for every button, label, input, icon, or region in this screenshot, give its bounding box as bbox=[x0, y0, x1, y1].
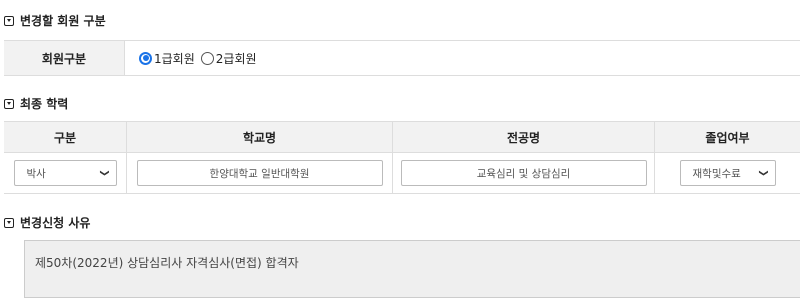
member-type-option-2[interactable]: 2급회원 bbox=[200, 50, 257, 67]
chevron-down-icon: ❯ bbox=[98, 169, 109, 177]
member-type-row: 회원구분 1급회원 2급회원 bbox=[4, 40, 800, 76]
education-title: 최종 학력 bbox=[20, 97, 69, 111]
member-type-section-title: 변경할 회원 구분 bbox=[4, 12, 106, 29]
member-type-options: 1급회원 2급회원 bbox=[125, 41, 263, 75]
member-type-option-2-label: 2급회원 bbox=[215, 51, 257, 66]
education-section-title: 최종 학력 bbox=[4, 95, 68, 112]
member-type-option-1-label: 1급회원 bbox=[154, 51, 195, 66]
major-name-input[interactable]: 교육심리 및 상담심리 bbox=[400, 160, 647, 186]
header-degree: 구분 bbox=[4, 122, 127, 152]
school-name-input[interactable]: 한양대학교 일반대학원 bbox=[136, 160, 383, 186]
reason-section-title: 변경신청 사유 bbox=[4, 214, 90, 231]
header-school: 학교명 bbox=[127, 122, 393, 152]
collapse-square-icon bbox=[4, 15, 14, 26]
reason-title: 변경신청 사유 bbox=[20, 216, 91, 230]
member-type-option-1[interactable]: 1급회원 bbox=[139, 50, 195, 67]
member-type-title: 변경할 회원 구분 bbox=[20, 14, 106, 28]
header-major: 전공명 bbox=[393, 122, 655, 152]
major-cell: 교육심리 및 상담심리 bbox=[393, 153, 655, 193]
change-reason-textarea[interactable]: 제50차(2022년) 상담심리사 자격심사(면접) 합격자 bbox=[24, 240, 800, 298]
member-type-label: 회원구분 bbox=[4, 41, 125, 75]
graduation-select-value: 재학및수료 bbox=[692, 167, 741, 180]
graduation-status-select[interactable]: 재학및수료 ❯ bbox=[679, 160, 776, 186]
header-graduation: 졸업여부 bbox=[705, 130, 750, 145]
education-table-row: 박사 ❯ 한양대학교 일반대학원 교육심리 및 상담심리 재학및수료 ❯ bbox=[4, 153, 800, 194]
degree-select-value: 박사 bbox=[26, 167, 46, 180]
radio-button-checked[interactable] bbox=[139, 51, 152, 65]
chevron-down-icon: ❯ bbox=[757, 169, 768, 177]
education-table-header: 구분 학교명 전공명 졸업여부 bbox=[4, 122, 800, 153]
graduation-cell: 재학및수료 ❯ bbox=[655, 153, 800, 193]
degree-select[interactable]: 박사 ❯ bbox=[13, 160, 117, 186]
collapse-square-icon bbox=[4, 98, 14, 109]
degree-cell: 박사 ❯ bbox=[4, 153, 127, 193]
education-table: 구분 학교명 전공명 졸업여부 박사 ❯ 한양대학교 일반대학원 교육심리 및 … bbox=[4, 121, 800, 194]
radio-button-unchecked[interactable] bbox=[200, 51, 214, 65]
collapse-square-icon bbox=[4, 217, 14, 228]
school-cell: 한양대학교 일반대학원 bbox=[127, 153, 393, 193]
